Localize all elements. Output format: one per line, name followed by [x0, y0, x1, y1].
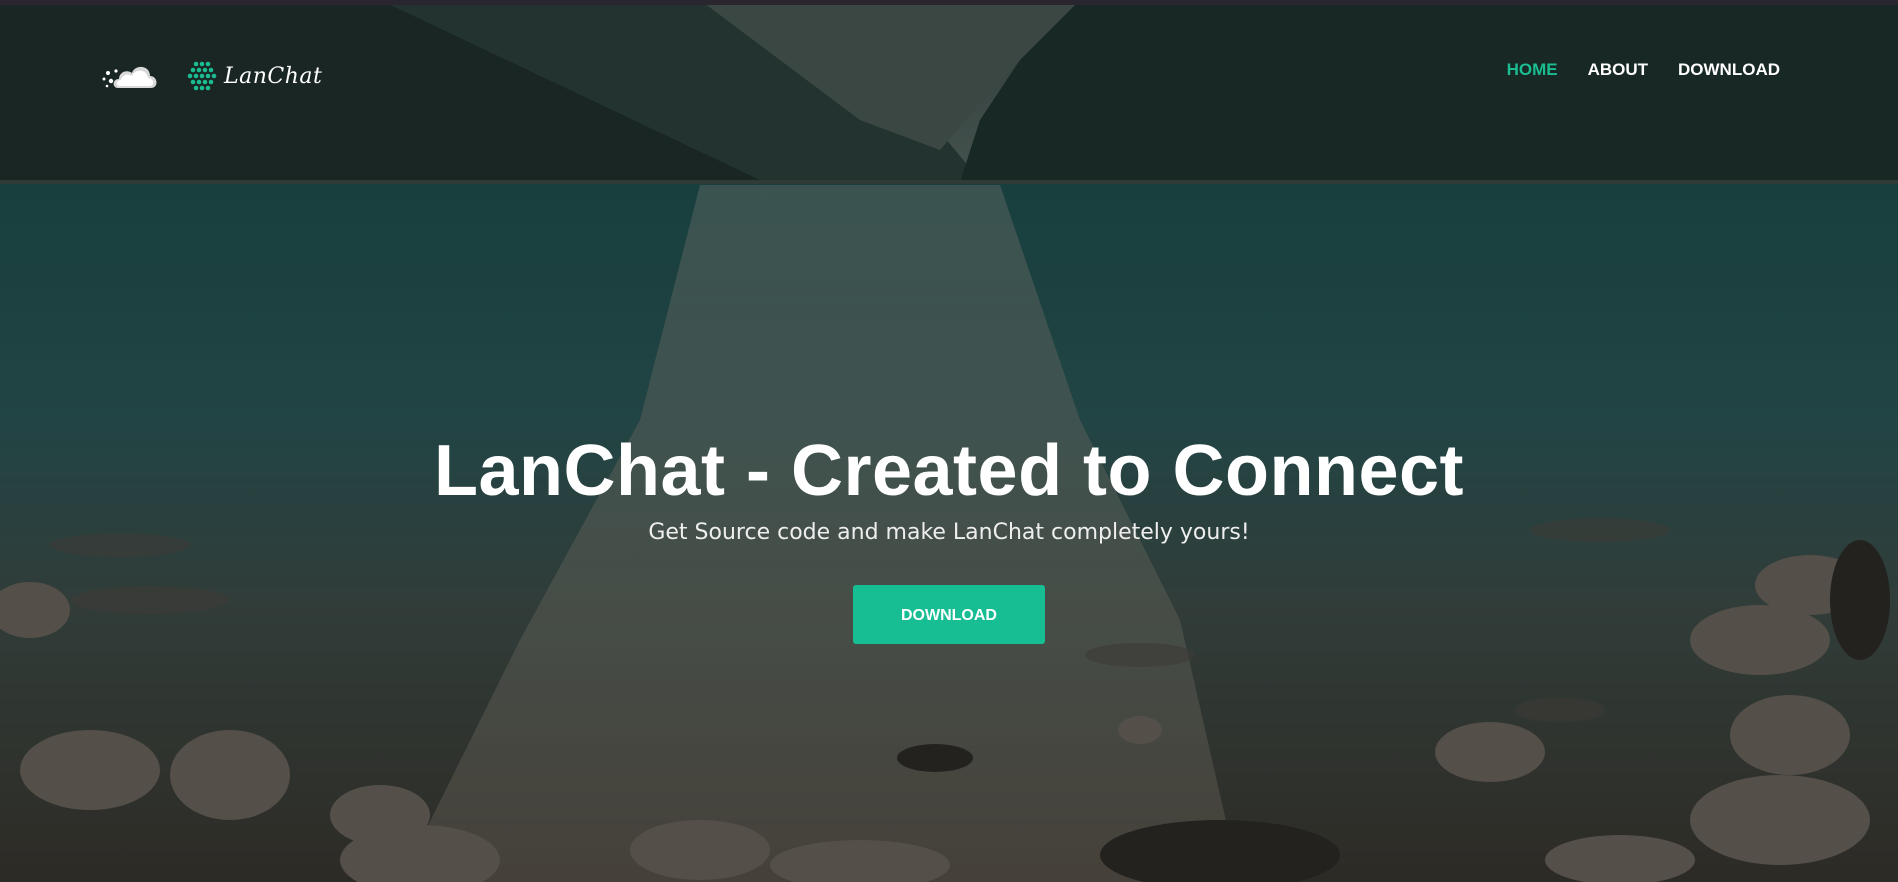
- hero-title: LanChat - Created to Connect: [433, 431, 1465, 511]
- hero-subtitle: Get Source code and make LanChat complet…: [648, 520, 1250, 545]
- browser-top-strip: [0, 0, 1898, 5]
- logo-text: LanChat: [224, 63, 323, 89]
- cloud-icon: [102, 66, 157, 88]
- hero-section: LanChat HOME ABOUT DOWNLOAD LanChat - Cr…: [0, 0, 1898, 882]
- site-logo[interactable]: LanChat: [102, 54, 332, 98]
- nav-item-download[interactable]: DOWNLOAD: [1678, 60, 1780, 80]
- nav-item-home[interactable]: HOME: [1507, 60, 1558, 80]
- nav-item-about[interactable]: ABOUT: [1588, 60, 1648, 80]
- hero-content: LanChat - Created to Connect Get Source …: [0, 430, 1898, 644]
- hexagon-dots-icon: [187, 61, 217, 91]
- main-nav: HOME ABOUT DOWNLOAD: [1477, 60, 1780, 80]
- download-button[interactable]: DOWNLOAD: [853, 585, 1045, 644]
